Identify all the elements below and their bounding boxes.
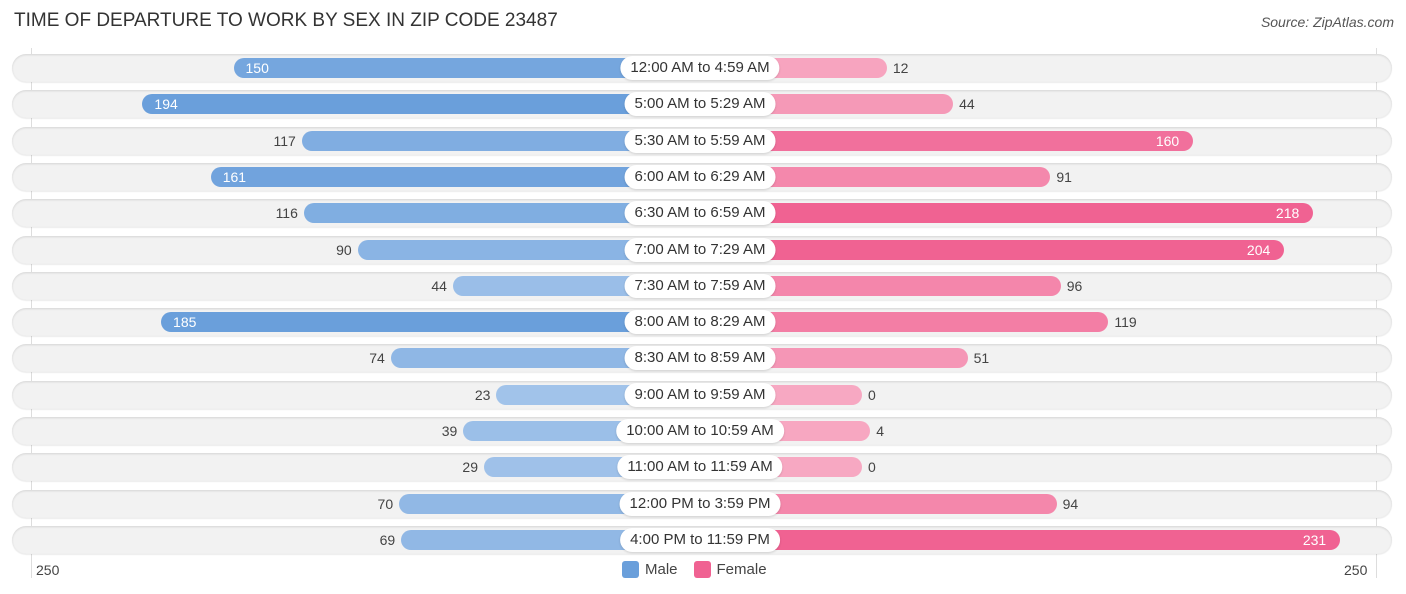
bar-female: [700, 203, 1314, 224]
legend-item-female: Female: [693, 561, 767, 578]
legend: Male Female: [622, 561, 767, 578]
value-label-male: 194: [154, 96, 178, 113]
value-label-female: 12: [892, 60, 909, 76]
category-label: 5:00 AM to 5:29 AM: [624, 92, 776, 117]
category-label: 5:30 AM to 5:59 AM: [624, 128, 776, 153]
value-label-female: 91: [1056, 168, 1072, 185]
value-label-female: 119: [1114, 314, 1137, 331]
value-label-female: 94: [1062, 495, 1079, 512]
value-label-male: 69: [379, 531, 396, 548]
value-label-male: 23: [474, 386, 491, 403]
category-label: 8:00 AM to 8:29 AM: [624, 310, 776, 335]
axis-label-right: 250: [1344, 562, 1368, 578]
value-label-female: 0: [868, 459, 876, 476]
category-label: 9:00 AM to 9:59 AM: [624, 382, 776, 407]
value-label-female: 96: [1066, 277, 1083, 294]
bar-female: [700, 239, 1285, 260]
legend-swatch-female: [693, 561, 711, 578]
bar-male: [142, 94, 700, 115]
category-label: 6:00 AM to 6:29 AM: [624, 164, 776, 189]
value-label-female: 231: [1302, 531, 1327, 548]
legend-item-male: Male: [622, 561, 678, 578]
value-label-female: 44: [959, 96, 975, 113]
category-label: 7:30 AM to 7:59 AM: [624, 273, 776, 298]
value-label-female: 51: [973, 350, 990, 367]
value-label-female: 160: [1155, 132, 1180, 149]
value-label-male: 90: [336, 241, 352, 258]
value-label-male: 161: [222, 168, 247, 185]
category-label: 6:30 AM to 6:59 AM: [624, 201, 776, 226]
value-label-male: 74: [369, 350, 385, 367]
value-label-female: 204: [1246, 241, 1271, 258]
axis-label-left: 250: [36, 562, 60, 578]
value-label-female: 0: [868, 386, 876, 403]
category-label: 12:00 PM to 3:59 PM: [619, 491, 781, 516]
value-label-male: 39: [441, 423, 458, 439]
legend-label-male: Male: [645, 561, 678, 578]
value-label-male: 116: [275, 205, 298, 222]
bar-male: [161, 312, 700, 333]
category-label: 12:00 AM to 4:59 AM: [620, 56, 780, 80]
bar-female: [700, 529, 1341, 550]
value-label-female: 218: [1275, 205, 1300, 222]
category-label: 11:00 AM to 11:59 AM: [617, 455, 783, 480]
value-label-male: 150: [245, 60, 269, 76]
legend-label-female: Female: [716, 561, 767, 578]
category-label: 4:00 PM to 11:59 PM: [620, 527, 780, 552]
legend-swatch-male: [622, 561, 639, 578]
category-label: 8:30 AM to 8:59 AM: [624, 346, 776, 371]
value-label-male: 29: [462, 459, 478, 476]
category-label: 10:00 AM to 10:59 AM: [616, 419, 784, 443]
value-label-male: 185: [173, 314, 197, 331]
value-label-male: 70: [377, 495, 394, 512]
category-label: 7:00 AM to 7:29 AM: [624, 237, 776, 262]
chart-title: TIME OF DEPARTURE TO WORK BY SEX IN ZIP …: [14, 10, 558, 31]
source-note: Source: ZipAtlas.com: [1260, 14, 1394, 30]
value-label-female: 4: [876, 423, 885, 439]
value-label-male: 44: [431, 277, 447, 294]
value-label-male: 117: [273, 132, 296, 149]
